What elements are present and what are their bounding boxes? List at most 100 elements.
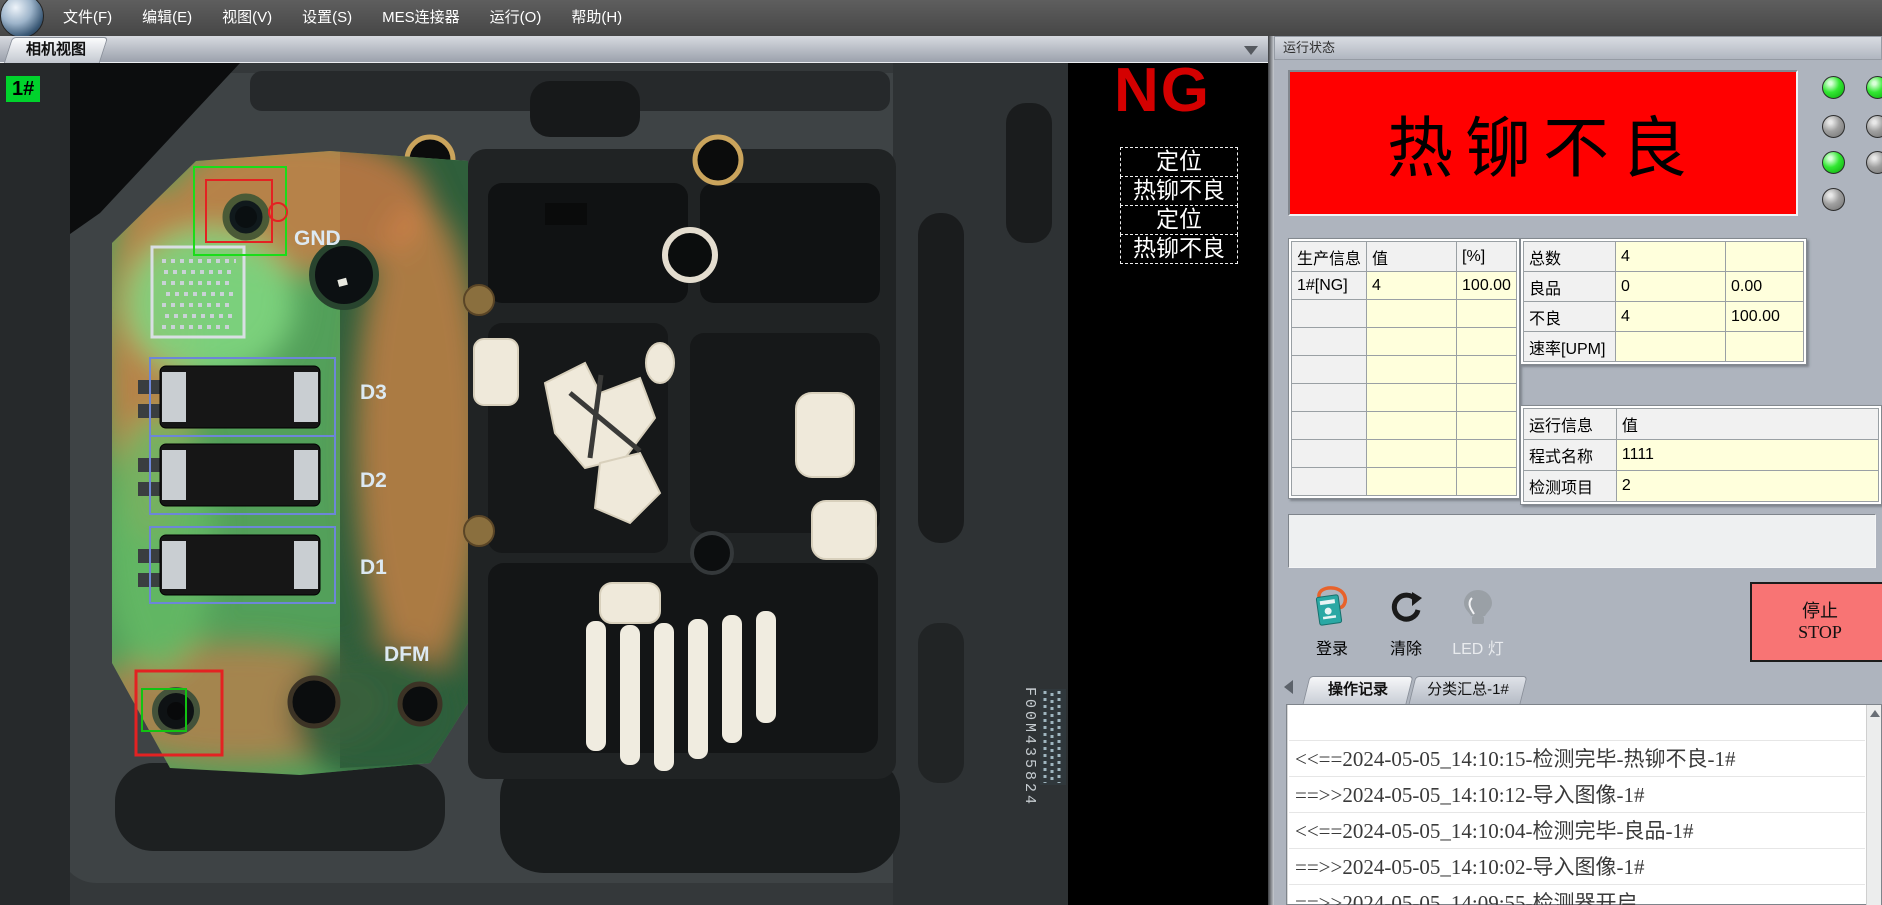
table-cell [1367,440,1457,468]
led-indicator-off [1866,151,1882,174]
led-indicator-on [1822,76,1845,99]
table-cell [1457,328,1517,356]
result-banner: 热铆不良 [1288,70,1798,216]
menu-item[interactable]: MES连接器 [367,0,475,36]
run-info-table: 运行信息值程式名称1111检测项目2 [1520,405,1882,505]
silkscreen-dfm-label: DFM [384,643,430,666]
table-cell [1292,328,1367,356]
tab-category-summary[interactable]: 分类汇总-1# [1412,676,1524,704]
led-indicator-on [1822,151,1845,174]
production-table: 生产信息值[%]1#[NG]4100.00 [1288,238,1520,499]
menu-item[interactable]: 视图(V) [207,0,287,36]
table-cell: 总数 [1524,242,1616,272]
log-scrollbar[interactable] [1866,705,1881,905]
table-cell [1616,332,1726,362]
status-panel-title: 运行状态 [1274,36,1882,60]
tab-operation-log[interactable]: 操作记录 [1306,676,1410,704]
login-button[interactable]: 登录 [1300,586,1364,652]
table-cell: 良品 [1524,272,1616,302]
table-cell: 1111 [1616,440,1878,471]
led-grid [1822,76,1882,216]
tab-camera-view[interactable]: 相机视图 [8,37,104,63]
clear-button[interactable]: 清除 [1374,586,1438,652]
led-bulb-icon [1460,588,1496,628]
table-cell: 100.00 [1457,272,1517,300]
led-indicator-on [1866,76,1882,99]
barcode-text: F00M435824 [1021,687,1038,807]
camera-image: GND D3 D2 D1 DFM [0,63,1068,905]
led-indicator-off [1822,115,1845,138]
log-tabs-scroll-left-icon[interactable] [1284,680,1293,694]
defect-label-list: 定位热铆不良定位热铆不良 [1120,148,1238,264]
table-cell: 2 [1616,471,1878,502]
table-cell: 程式名称 [1524,440,1617,471]
led-light-button[interactable]: LED 灯 [1446,588,1510,654]
table-cell: 速率[UPM] [1524,332,1616,362]
log-entry[interactable]: ==>>2024-05-05_14:10:02-导入图像-1# [1289,849,1865,885]
table-cell: 4 [1367,272,1457,300]
tab-camera-view-label: 相机视图 [8,37,104,63]
log-lines: <<==2024-05-05_14:10:15-检测完毕-热铆不良-1#==>>… [1289,705,1865,905]
result-ng-text: NG [1114,58,1264,124]
led-light-button-label: LED 灯 [1446,635,1510,659]
table-cell [1457,412,1517,440]
table-cell: 值 [1367,242,1457,272]
menu-item[interactable]: 运行(O) [475,0,557,36]
table-cell: 0 [1616,272,1726,302]
menu-item[interactable]: 编辑(E) [127,0,207,36]
defect-label: 热铆不良 [1120,176,1238,206]
table-cell: 不良 [1524,302,1616,332]
log-spacer-row [1289,705,1865,741]
log-entry[interactable]: ==>>2024-05-05_14:10:12-导入图像-1# [1289,777,1865,813]
table-cell [1367,412,1457,440]
menu-item[interactable]: 帮助(H) [556,0,637,36]
table-cell [1292,384,1367,412]
led-indicator-off [1822,188,1845,211]
table-cell [1457,300,1517,328]
stop-button-label-cn: 停止 [1802,601,1838,622]
app-window: 文件(F)编辑(E)视图(V)设置(S)MES连接器运行(O)帮助(H) 相机视… [0,0,1882,905]
table-cell [1367,384,1457,412]
table-cell [1292,300,1367,328]
clear-button-label: 清除 [1374,635,1438,659]
table-cell: [%] [1457,242,1517,272]
log-entry[interactable]: <<==2024-05-05_14:10:04-检测完毕-良品-1# [1289,813,1865,849]
clear-refresh-icon [1386,586,1426,628]
silkscreen-gnd-label: GND [294,227,341,250]
log-entry[interactable]: <<==2024-05-05_14:10:15-检测完毕-热铆不良-1# [1289,741,1865,777]
login-badge-icon [1312,586,1352,628]
log-entry[interactable]: ==>>2024-05-05_14:09:55-检测器开启 [1289,885,1865,905]
silkscreen-d2-label: D2 [360,469,387,492]
tab-operation-log-label: 操作记录 [1306,676,1410,704]
chevron-down-icon[interactable] [1244,46,1258,55]
login-button-label: 登录 [1300,635,1364,659]
app-logo-icon [0,0,44,38]
table-cell: 运行信息 [1524,409,1617,440]
silkscreen-d1-label: D1 [360,556,387,579]
table-cell [1367,328,1457,356]
stats-table: 总数4良品00.00不良4100.00速率[UPM] [1520,238,1807,365]
table-cell: 4 [1616,242,1726,272]
table-cell [1367,300,1457,328]
table-cell: 检测项目 [1524,471,1617,502]
table-cell [1292,440,1367,468]
table-cell: 1#[NG] [1292,272,1367,300]
menu-item[interactable]: 文件(F) [48,0,127,36]
table-cell [1292,356,1367,384]
table-cell [1292,468,1367,496]
scroll-up-icon[interactable] [1870,710,1880,717]
menu-item[interactable]: 设置(S) [287,0,367,36]
silkscreen-d3-label: D3 [360,381,387,404]
tab-category-summary-label: 分类汇总-1# [1412,676,1524,704]
table-cell [1457,384,1517,412]
operation-log-list: <<==2024-05-05_14:10:15-检测完毕-热铆不良-1#==>>… [1286,704,1882,905]
defect-label: 定位 [1120,147,1238,177]
stop-button[interactable]: 停止 STOP [1750,582,1882,662]
led-indicator-off [1866,115,1882,138]
message-box [1288,514,1876,568]
table-cell [1726,332,1804,362]
station-badge: 1# [6,76,40,102]
table-cell [1367,356,1457,384]
diode-components [138,358,335,603]
menu-bar: 文件(F)编辑(E)视图(V)设置(S)MES连接器运行(O)帮助(H) [0,0,1882,36]
